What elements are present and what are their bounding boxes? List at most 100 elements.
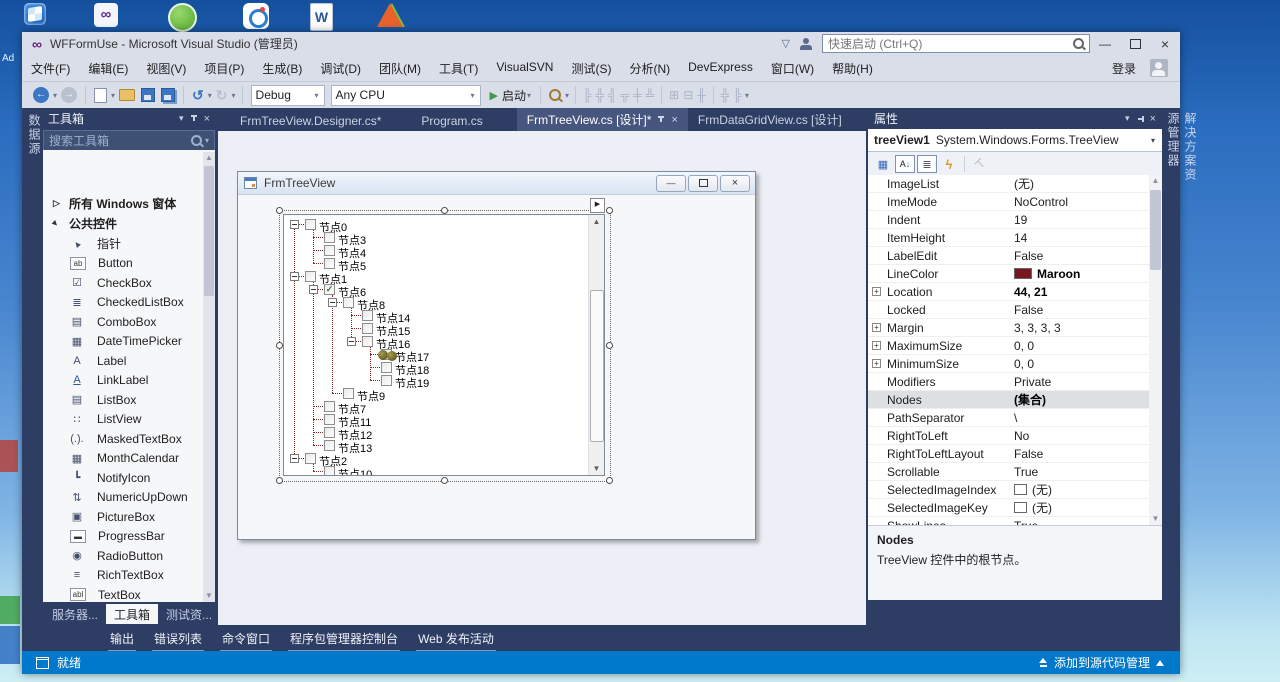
save-all-icon[interactable] [161,88,176,102]
align-rights-icon[interactable]: ╣ [608,88,617,102]
property-row[interactable]: ImageList (无) [868,175,1149,193]
menu-item-w[interactable]: 窗口(W) [762,60,823,77]
property-row[interactable]: RightToLeft No [868,427,1149,445]
source-control-action[interactable]: 添加到源代码管理 [1039,654,1180,671]
toolbox-item[interactable]: ▦ MonthCalendar [43,449,215,469]
property-row[interactable]: Scrollable True [868,463,1149,481]
property-value[interactable]: False [1014,447,1043,461]
toolbox-header[interactable]: 工具箱 ▾ × [42,108,216,129]
toolbox-item[interactable]: ▦ DateTimePicker [43,332,215,352]
events-icon[interactable]: ϟ [939,155,959,173]
toolbox-item[interactable]: ┗ NotifyIcon [43,468,215,488]
tab-close-icon[interactable]: × [671,114,677,126]
property-value[interactable]: Private [1014,375,1051,389]
property-row[interactable]: Indent 19 [868,211,1149,229]
property-value[interactable]: 0, 0 [1014,357,1034,371]
menu-item-visualsvn[interactable]: VisualSVN [487,60,562,77]
feedback-flag-icon[interactable]: ▽ [782,37,790,50]
property-row[interactable]: + MinimumSize 0, 0 [868,355,1149,373]
toolbox-group[interactable]: ▷ 所有 Windows 窗体 [43,194,215,213]
toolbox-item[interactable]: ▬ ProgressBar [43,527,215,547]
expand-plus-icon[interactable]: + [872,359,881,368]
sign-in-link[interactable]: 登录 [1103,60,1150,77]
expand-plus-icon[interactable]: + [872,323,881,332]
toolbox-item[interactable]: ⇅ NumericUpDown [43,488,215,508]
maximize-button[interactable] [1120,32,1150,55]
find-dropdown-icon[interactable]: ▾ [565,91,569,100]
autohide-tab-data-sources[interactable]: 数据源 [26,114,43,156]
designer-surface[interactable]: FrmTreeView — × 节点0 节点3 节点4 节点5 节点1 ✓ 节点6 节点8 节点… [218,131,866,625]
toolbox-item[interactable]: abl TextBox [43,585,215,602]
property-value[interactable]: 19 [1014,213,1027,227]
toolbox-item[interactable]: ▲ 指针 [43,234,215,254]
document-tab[interactable]: FrmTreeView.Designer.cs* [230,111,391,131]
toolbox-item[interactable]: ▤ ComboBox [43,312,215,332]
toolbox-item[interactable]: ▣ PictureBox [43,507,215,527]
toolbar-overflow-icon[interactable]: ▾ [745,91,749,100]
menu-item-m[interactable]: 团队(M) [370,60,430,77]
selection-handle[interactable] [606,477,613,484]
document-tab[interactable]: FrmTreeView.cs [设计]* × [516,108,688,131]
selection-handle[interactable] [276,207,283,214]
redo-dropdown-icon[interactable]: ▾ [232,91,236,100]
tab-pin-icon[interactable] [657,115,665,124]
property-row[interactable]: + MaximumSize 0, 0 [868,337,1149,355]
properties-view-icon[interactable]: ≣ [917,155,937,173]
same-height-icon[interactable]: ╫ [697,88,706,102]
document-tab[interactable]: FrmDataGridView.cs [设计] [688,108,852,131]
toolbox-group[interactable]: ▸ 公共控件 [43,214,215,233]
undo-dropdown-icon[interactable]: ▾ [208,91,212,100]
menu-item-d[interactable]: 调试(D) [311,60,370,77]
back-dropdown-icon[interactable]: ▾ [53,91,57,100]
vs-shortcut-icon[interactable]: ∞ [94,3,118,27]
align-middles-icon[interactable]: ╪ [633,88,642,102]
toolbox-item[interactable]: ≣ CheckedListBox [43,293,215,313]
property-row[interactable]: Locked False [868,301,1149,319]
menu-item-f[interactable]: 文件(F) [22,60,79,77]
selection-handle[interactable] [606,207,613,214]
same-size-icon[interactable]: ⊟ [683,88,693,102]
new-file-icon[interactable] [94,87,108,103]
property-value[interactable]: False [1014,303,1043,317]
property-row[interactable]: + Location 44, 21 [868,283,1149,301]
document-tab[interactable]: Program.cs [411,111,492,131]
property-row[interactable]: PathSeparator \ [868,409,1149,427]
navigate-back-icon[interactable]: ← [33,87,49,103]
smart-tag-button[interactable]: ▶ [590,198,605,213]
properties-scroll-up-icon[interactable]: ▲ [1149,175,1162,187]
menu-item-b[interactable]: 生成(B) [253,60,311,77]
same-width-icon[interactable]: ⊞ [669,88,679,102]
solution-platform-select[interactable]: Any CPU ▾ [330,84,481,106]
account-avatar[interactable] [1150,59,1168,77]
property-value[interactable]: Maroon [1014,267,1080,281]
property-row[interactable]: Modifiers Private [868,373,1149,391]
property-value[interactable]: 3, 3, 3, 3 [1014,321,1061,335]
toolbox-pin-icon[interactable] [190,114,198,123]
layout-extra-icon[interactable]: ╬ [721,88,730,102]
property-value[interactable]: True [1014,465,1038,479]
menu-item-devexpress[interactable]: DevExpress [679,60,762,77]
navigate-forward-icon[interactable]: → [61,87,78,103]
toolbox-item[interactable]: ◉ RadioButton [43,546,215,566]
feedback-person-icon[interactable] [800,37,812,50]
property-row[interactable]: ShowLinesTrue [868,517,1149,526]
property-value[interactable]: \ [1014,411,1017,425]
selection-handle[interactable] [276,342,283,349]
toolbox-item[interactable]: ab Button [43,254,215,274]
selection-handle[interactable] [441,207,448,214]
property-row[interactable]: RightToLeftLayout False [868,445,1149,463]
redo-icon[interactable]: ↻ [216,87,228,104]
properties-pin-icon[interactable] [1136,115,1144,123]
properties-header[interactable]: 属性 ▾ × [868,108,1162,129]
properties-scrollbar[interactable]: ▲ ▼ [1149,175,1162,525]
toolbox-item[interactable]: A Label [43,351,215,371]
properties-scroll-down-icon[interactable]: ▼ [1149,513,1162,525]
layout-extra2-icon[interactable]: ╠ [733,88,742,102]
menu-item-h[interactable]: 帮助(H) [823,60,882,77]
property-value[interactable]: False [1014,249,1043,263]
selection-handle[interactable] [441,477,448,484]
toolbox-scroll-up-icon[interactable]: ▲ [203,152,215,164]
property-pages-icon[interactable]: ⊢ [970,155,990,173]
align-centers-icon[interactable]: ╬ [596,88,605,102]
alphabetical-icon[interactable]: A↓ [895,155,915,173]
